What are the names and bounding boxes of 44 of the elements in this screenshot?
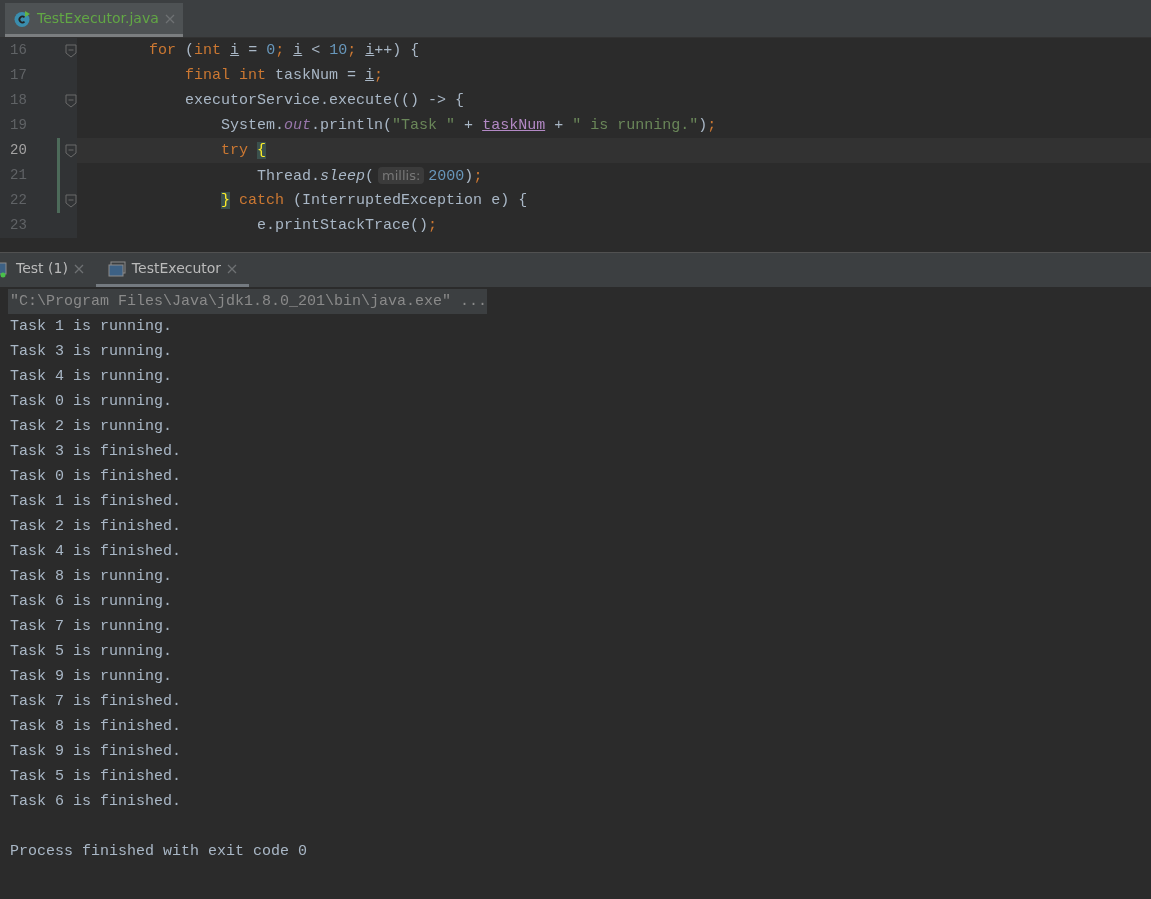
output-line: Task 3 is running. — [10, 342, 173, 362]
output-line: Task 9 is running. — [10, 667, 173, 687]
fold-icon[interactable] — [65, 143, 77, 158]
code-line: Thread.sleep( millis: 2000); — [256, 165, 483, 187]
console-icon — [107, 260, 126, 277]
output-line: Task 0 is running. — [10, 392, 173, 412]
code-line: try { — [220, 141, 267, 161]
fold-icon[interactable] — [65, 93, 77, 108]
output-line: Task 7 is running. — [10, 617, 173, 637]
code-line: executorService.execute(() -> { — [184, 91, 465, 111]
fold-icon[interactable] — [65, 43, 77, 58]
output-line: Task 7 is finished. — [10, 692, 182, 712]
output-line: Task 5 is running. — [10, 642, 173, 662]
exit-message: Process finished with exit code 0 — [10, 842, 308, 862]
line-number: 20 — [9, 141, 28, 160]
output-line: Task 9 is finished. — [10, 742, 182, 762]
close-icon[interactable] — [164, 13, 175, 24]
output-line: Task 2 is running. — [10, 417, 173, 437]
code-line: e.printStackTrace(); — [256, 216, 438, 236]
output-line: Task 6 is running. — [10, 592, 173, 612]
code-line: System.out.println("Task " + taskNum + " is running."); — [220, 116, 717, 136]
output-line: Task 8 is finished. — [10, 717, 182, 737]
output-line: Task 2 is finished. — [10, 517, 182, 537]
fold-icon[interactable] — [65, 193, 77, 208]
output-line: Task 4 is finished. — [10, 542, 182, 562]
close-icon[interactable] — [227, 263, 238, 274]
change-marker[interactable] — [57, 163, 60, 188]
console-icon — [0, 259, 10, 278]
output-line: Task 1 is running. — [10, 317, 173, 337]
output-line: Task 6 is finished. — [10, 792, 182, 812]
output-line: Task 5 is finished. — [10, 767, 182, 787]
code-line: } catch (InterruptedException e) { — [220, 191, 528, 211]
output-line: Task 4 is running. — [10, 367, 173, 387]
close-icon[interactable] — [73, 263, 84, 274]
code-line: for (int i = 0; i < 10; i++) { — [148, 41, 420, 61]
change-marker[interactable] — [57, 138, 60, 163]
output-line: Task 0 is finished. — [10, 467, 182, 487]
output-line: Task 1 is finished. — [10, 492, 182, 512]
java-class-icon — [13, 9, 31, 28]
code-line: final int taskNum = i; — [184, 66, 384, 86]
output-line: Task 8 is running. — [10, 567, 173, 587]
output-line: Task 3 is finished. — [10, 442, 182, 462]
run-tab[interactable]: Test (1) — [0, 253, 96, 287]
change-marker[interactable] — [57, 188, 60, 213]
